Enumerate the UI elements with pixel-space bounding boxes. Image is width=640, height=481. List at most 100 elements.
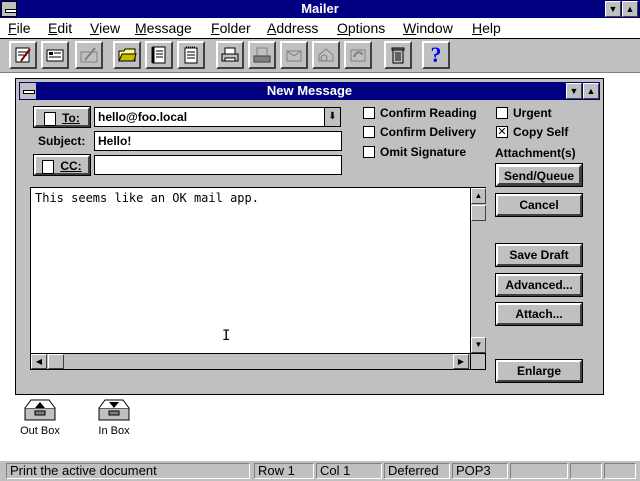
compose-icon [15,47,31,63]
horizontal-scrollbar[interactable]: ◀ ▶ [31,353,470,369]
menu-help[interactable]: Help [472,19,501,37]
horizontal-scroll-thumb[interactable] [48,354,64,369]
address-book-icon [42,159,55,174]
message-minimize-button[interactable]: ▼ [566,83,582,99]
print-button[interactable] [216,41,244,69]
scroll-up-button[interactable]: ▲ [471,188,486,204]
confirm-delivery-label: Confirm Delivery [380,125,477,139]
in-box-icon-group[interactable]: In Box [92,398,136,442]
status-panel-empty-2 [570,463,602,479]
out-box-icon-group[interactable]: Out Box [18,398,62,442]
arrow-left-icon: ◀ [35,357,43,366]
menu-options[interactable]: Options [337,19,385,37]
address-book-button[interactable] [145,41,173,69]
copy-self-checkbox[interactable]: ✕ [496,126,508,138]
arrow-right-icon: ▶ [457,357,465,366]
delete-button[interactable] [384,41,412,69]
reply-icon [318,48,334,62]
menu-bar: File Edit View Message Folder Address Op… [0,18,640,39]
address-book-icon [44,111,57,126]
menu-window[interactable]: Window [403,19,453,37]
menu-edit[interactable]: Edit [48,19,72,37]
vertical-scrollbar[interactable]: ▲ ▼ [470,188,486,353]
outbox-icon [24,399,56,421]
to-address-button[interactable]: To: [33,106,91,128]
trash-icon [391,47,405,64]
enlarge-button[interactable]: Enlarge [495,359,583,383]
copy-self-label: Copy Self [513,125,569,139]
reply-all-icon [350,49,366,62]
status-protocol: POP3 [452,463,508,479]
cc-address-button[interactable]: CC: [33,154,91,176]
menu-view[interactable]: View [90,19,120,37]
cancel-button[interactable]: Cancel [495,193,583,217]
forward-icon [286,50,302,62]
address-book-icon [151,46,166,64]
advanced-button[interactable]: Advanced... [495,273,583,297]
edit-icon [46,49,64,62]
forward-button[interactable] [280,41,308,69]
save-draft-button[interactable]: Save Draft [495,243,583,267]
new-message-window: New Message ▼ ▲ To: hello@foo.local ⬇ Su… [15,78,604,395]
status-col: Col 1 [316,463,382,479]
message-body-text: This seems like an OK mail app. [35,191,259,205]
system-menu-button[interactable] [1,1,17,17]
send-queue-button[interactable]: Send/Queue [495,163,583,187]
message-title-bar[interactable]: New Message ▼ ▲ [19,82,600,100]
scroll-left-button[interactable]: ◀ [31,354,47,369]
checkmark-icon: ✕ [497,126,507,138]
omit-signature-label: Omit Signature [380,145,467,159]
confirm-reading-label: Confirm Reading [380,106,477,120]
menu-message[interactable]: Message [135,19,192,37]
reply-button[interactable] [312,41,340,69]
arrow-up-icon: ▲ [474,191,483,200]
menu-file[interactable]: File [8,19,31,37]
status-message: Print the active document [6,463,250,479]
status-panel-empty-3 [604,463,636,479]
confirm-reading-checkbox[interactable] [363,107,375,119]
scroll-thumb[interactable] [471,205,486,221]
toolbar: ? [0,39,640,73]
sign-icon [80,47,98,63]
minimize-button[interactable]: ▼ [605,1,621,17]
inbox-icon [98,399,130,421]
urgent-checkbox[interactable] [496,107,508,119]
urgent-label: Urgent [513,106,552,120]
subject-label: Subject: [38,134,86,148]
confirm-delivery-checkbox[interactable] [363,126,375,138]
arrow-down-icon: ▼ [474,340,483,349]
to-input[interactable]: hello@foo.local [94,107,330,127]
message-body-editor[interactable]: This seems like an OK mail app. I ▲ ▼ ◀ … [30,187,486,370]
message-maximize-button[interactable]: ▲ [583,83,599,99]
print-icon [221,47,239,62]
restore-button[interactable]: ▲ [622,1,638,17]
notepad-button[interactable] [177,41,205,69]
menu-folder[interactable]: Folder [211,19,251,37]
compose-button[interactable] [9,41,37,69]
to-dropdown-button[interactable]: ⬇ [324,107,341,127]
status-mode: Deferred [384,463,450,479]
chevron-down-icon: ⬇ [328,111,337,122]
message-window-title: New Message [266,83,353,98]
message-system-menu[interactable] [20,83,36,99]
status-panel-empty-1 [510,463,568,479]
attach-button[interactable]: Attach... [495,302,583,326]
edit-message-button[interactable] [41,41,69,69]
status-bar: Print the active document Row 1 Col 1 De… [0,460,640,481]
omit-signature-checkbox[interactable] [363,146,375,158]
status-row: Row 1 [254,463,314,479]
reply-all-button[interactable] [344,41,372,69]
scroll-down-button[interactable]: ▼ [471,337,486,353]
subject-input[interactable]: Hello! [94,131,342,151]
help-button[interactable]: ? [422,41,450,69]
attachments-label: Attachment(s) [495,146,576,160]
app-title-bar[interactable]: Mailer ▼ ▲ [0,0,640,18]
help-icon: ? [430,42,442,67]
scroll-right-button[interactable]: ▶ [453,354,469,369]
app-title: Mailer [301,1,339,16]
menu-address[interactable]: Address [267,19,318,37]
open-folder-button[interactable] [113,41,141,69]
cc-input[interactable] [94,155,342,175]
sign-button[interactable] [75,41,103,69]
send-button-toolbar[interactable] [248,41,276,69]
